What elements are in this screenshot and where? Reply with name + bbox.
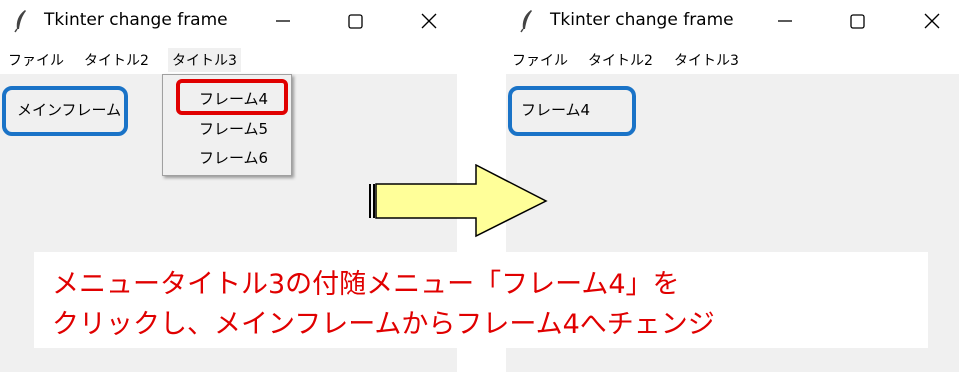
maximize-button[interactable] — [341, 6, 371, 36]
frame4-label: フレーム4 — [521, 101, 591, 119]
title-bar: Tkinter change frame — [506, 0, 959, 44]
menu-title3[interactable]: タイトル3 — [168, 48, 241, 72]
menu-bar: ファイル タイトル2 タイトル3 — [0, 44, 457, 74]
window-title: Tkinter change frame — [44, 10, 228, 30]
title-bar: Tkinter change frame — [0, 0, 457, 44]
feather-icon — [520, 10, 532, 33]
right-arrow-icon — [369, 164, 548, 238]
maximize-button[interactable] — [843, 6, 873, 36]
menu-title2[interactable]: タイトル2 — [84, 50, 149, 70]
menu-bar: ファイル タイトル2 タイトル3 — [506, 44, 959, 74]
caption-line2: クリックし、メインフレームからフレーム4へチェンジ — [52, 309, 715, 340]
main-frame-label: メインフレーム — [17, 101, 122, 119]
menu-title2[interactable]: タイトル2 — [588, 50, 653, 70]
menu-file[interactable]: ファイル — [512, 50, 568, 70]
menu-title3[interactable]: タイトル3 — [674, 50, 739, 70]
menu-item-frame6[interactable]: フレーム6 — [199, 147, 268, 168]
caption-box: メニュータイトル3の付随メニュー「フレーム4」を クリックし、メインフレームから… — [34, 252, 928, 348]
caption-line1: メニュータイトル3の付随メニュー「フレーム4」を — [52, 269, 680, 300]
window-title: Tkinter change frame — [550, 10, 734, 30]
close-button[interactable] — [917, 6, 947, 36]
click-highlight-box — [176, 79, 288, 115]
minimize-button[interactable] — [770, 6, 800, 36]
feather-icon — [14, 10, 26, 33]
menu-item-frame5[interactable]: フレーム5 — [199, 118, 268, 139]
minimize-button[interactable] — [268, 6, 298, 36]
close-button[interactable] — [414, 6, 444, 36]
menu-file[interactable]: ファイル — [8, 50, 64, 70]
